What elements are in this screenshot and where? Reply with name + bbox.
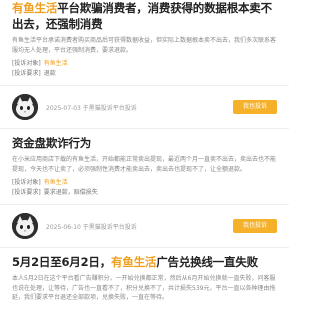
author-row: 2025-06-10 于黑猫投诉平台投诉 我也投诉 bbox=[0, 211, 289, 241]
complaint-demand-value: 要求退款，赔偿损失 bbox=[43, 189, 98, 196]
complaint-target-value[interactable]: 有鱼生活 bbox=[44, 60, 68, 67]
brand-highlight: 有鱼生活 bbox=[12, 1, 58, 15]
me-too-complain-button[interactable]: 我也投诉 bbox=[232, 100, 277, 114]
complaint-target-label: [投诉对象] bbox=[12, 179, 41, 186]
complaint-demand-label: [投诉要求] bbox=[12, 70, 41, 77]
divider bbox=[0, 204, 289, 205]
complaint-demand-value: 退款 bbox=[43, 70, 56, 77]
post-time: 2025-06-10 于黑猫投诉平台投诉 bbox=[46, 223, 137, 231]
complaint-target-row: [投诉对象] 有鱼生活 bbox=[12, 178, 277, 188]
divider bbox=[0, 128, 289, 129]
complaint-demand-row: [投诉要求] 退款 bbox=[12, 69, 277, 79]
me-too-complain-button[interactable]: 我也投诉 bbox=[232, 219, 277, 233]
complaint-card[interactable]: 5月2日至6月2日，有鱼生活广告兑换线一直失败 本人5月2日在这个平台看广告赚积… bbox=[0, 254, 289, 303]
divider bbox=[0, 85, 289, 86]
author-info: 2025-07-03 于黑猫投诉平台投诉 bbox=[46, 103, 233, 112]
complaint-target-value[interactable]: 有鱼生活 bbox=[44, 179, 68, 186]
brand-highlight: 有鱼生活 bbox=[111, 255, 157, 269]
complaint-card[interactable]: 资金盘欺诈行为 在小米应用商店下载的有鱼生活，开始都能正常卖出提现，最近两个月一… bbox=[0, 135, 289, 198]
cat-avatar-icon[interactable] bbox=[12, 213, 38, 239]
complaint-card[interactable]: 有鱼生活平台欺骗消费者，消费获得的数据根本卖不出去，还强制消费 有鱼生活平台承诺… bbox=[0, 0, 289, 79]
title-prefix: 5月2日至6月2日， bbox=[12, 255, 112, 269]
complaint-title[interactable]: 资金盘欺诈行为 bbox=[12, 135, 277, 151]
complaint-body: 有鱼生活平台承诺消费者购买商品后可获得数据收益，但实际上数据根本卖不出去，我们多… bbox=[12, 37, 277, 54]
divider bbox=[0, 247, 289, 248]
complaint-demand-row: [投诉要求] 要求退款，赔偿损失 bbox=[12, 188, 277, 198]
post-time: 2025-07-03 于黑猫投诉平台投诉 bbox=[46, 104, 137, 112]
complaint-title[interactable]: 5月2日至6月2日，有鱼生活广告兑换线一直失败 bbox=[12, 254, 277, 270]
complaint-body: 本人5月2日在这个平台看广告赚积分，一开始兑换都正常，然后从6月开始兑换就一直失… bbox=[12, 275, 276, 301]
author-row: 2025-07-03 于黑猫投诉平台投诉 我也投诉 bbox=[0, 92, 289, 122]
cat-avatar-icon[interactable] bbox=[12, 94, 38, 120]
title-text: 广告兑换线一直失败 bbox=[156, 255, 258, 269]
author-info: 2025-06-10 于黑猫投诉平台投诉 bbox=[46, 222, 233, 231]
complaint-demand-label: [投诉要求] bbox=[12, 189, 41, 196]
complaint-body: 在小米应用商店下载的有鱼生活，开始都能正常卖出提现，最近两个月一直卖不出去，卖出… bbox=[12, 156, 277, 173]
complaint-feed: 有鱼生活平台欺骗消费者，消费获得的数据根本卖不出去，还强制消费 有鱼生活平台承诺… bbox=[0, 0, 289, 327]
complaint-target-row: [投诉对象] 有鱼生活 bbox=[12, 59, 277, 69]
complaint-target-label: [投诉对象] bbox=[12, 60, 41, 67]
complaint-title[interactable]: 有鱼生活平台欺骗消费者，消费获得的数据根本卖不出去，还强制消费 bbox=[12, 0, 277, 32]
